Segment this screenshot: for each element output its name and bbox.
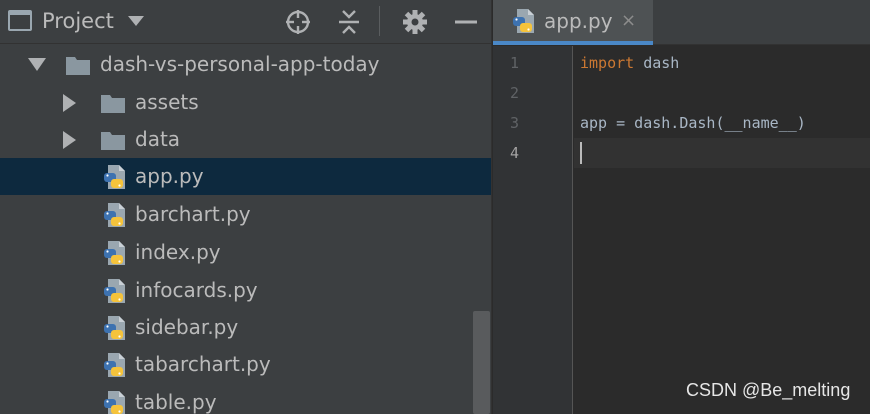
line-number: 3	[509, 114, 520, 132]
tree-item-label: dash-vs-personal-app-today	[100, 52, 380, 76]
expand-arrow-icon[interactable]	[63, 84, 77, 121]
current-line-highlight	[574, 138, 870, 168]
hide-icon[interactable]	[452, 8, 480, 36]
tree-item-file-barchart[interactable]: barchart.py	[0, 196, 491, 233]
python-file-icon	[104, 241, 125, 265]
project-toolbar: Project	[0, 0, 491, 44]
tree-item-folder-data[interactable]: data	[0, 121, 491, 158]
folder-icon	[101, 95, 125, 113]
tree-item-label: table.py	[135, 390, 217, 414]
python-file-icon	[104, 353, 125, 377]
collapse-all-icon[interactable]	[335, 8, 363, 36]
folder-icon	[101, 132, 125, 150]
line-number: 1	[509, 54, 520, 72]
project-panel: Project dash-vs-personal-app-today asset…	[0, 0, 491, 414]
expand-arrow-icon[interactable]	[63, 121, 77, 158]
gear-icon[interactable]	[401, 8, 429, 36]
toolbar-separator	[379, 6, 380, 36]
watermark: CSDN @Be_melting	[686, 380, 851, 400]
tree-item-label: app.py	[135, 164, 204, 188]
tree-item-folder-assets[interactable]: assets	[0, 84, 491, 121]
locate-icon[interactable]	[284, 8, 312, 36]
tree-item-root-folder[interactable]: dash-vs-personal-app-today	[0, 46, 491, 83]
python-file-icon	[104, 279, 125, 303]
tree-item-file-index[interactable]: index.py	[0, 234, 491, 271]
python-file-icon	[104, 203, 125, 227]
tree-item-label: assets	[135, 90, 199, 114]
python-file-icon	[513, 9, 534, 33]
chevron-down-icon[interactable]	[128, 16, 144, 26]
folder-icon	[66, 57, 90, 75]
text-cursor	[580, 142, 582, 164]
code-line-3[interactable]: app = dash.Dash(__name__)	[580, 108, 806, 138]
tree-item-label: index.py	[135, 240, 221, 264]
line-number-current: 4	[509, 144, 520, 162]
tree-item-label: barchart.py	[135, 202, 251, 226]
project-window-icon	[8, 10, 32, 31]
tree-item-file-infocards[interactable]: infocards.py	[0, 272, 491, 309]
code-line-1[interactable]: import dash	[580, 48, 679, 78]
python-file-icon	[104, 316, 125, 340]
close-icon[interactable]: ×	[621, 8, 636, 34]
tree-item-label: data	[135, 127, 181, 151]
tree-item-label: tabarchart.py	[135, 352, 271, 376]
tree-item-label: infocards.py	[135, 278, 258, 302]
expand-arrow-icon[interactable]	[28, 46, 46, 83]
keyword-import: import	[580, 54, 635, 72]
tree-item-label: sidebar.py	[135, 315, 239, 339]
code-editor[interactable]: import dash app = dash.Dash(__name__)	[574, 46, 870, 414]
python-file-icon	[104, 165, 125, 189]
tree-item-file-app[interactable]: app.py	[0, 158, 491, 195]
tab-label: app.py	[544, 9, 613, 33]
tree-item-file-tabarchart[interactable]: tabarchart.py	[0, 346, 491, 383]
line-number: 2	[509, 84, 520, 102]
active-tab-indicator	[493, 41, 653, 45]
line-number-gutter: 1 2 3 4	[493, 46, 573, 414]
project-scrollbar[interactable]	[473, 311, 490, 414]
editor-tab-bar: app.py ×	[493, 0, 870, 45]
tree-item-file-sidebar[interactable]: sidebar.py	[0, 309, 491, 346]
tab-app-py[interactable]: app.py ×	[493, 0, 653, 45]
project-panel-title[interactable]: Project	[42, 8, 114, 34]
tree-item-file-table[interactable]: table.py	[0, 384, 491, 414]
code-text: dash	[634, 54, 680, 72]
python-file-icon	[104, 391, 125, 414]
